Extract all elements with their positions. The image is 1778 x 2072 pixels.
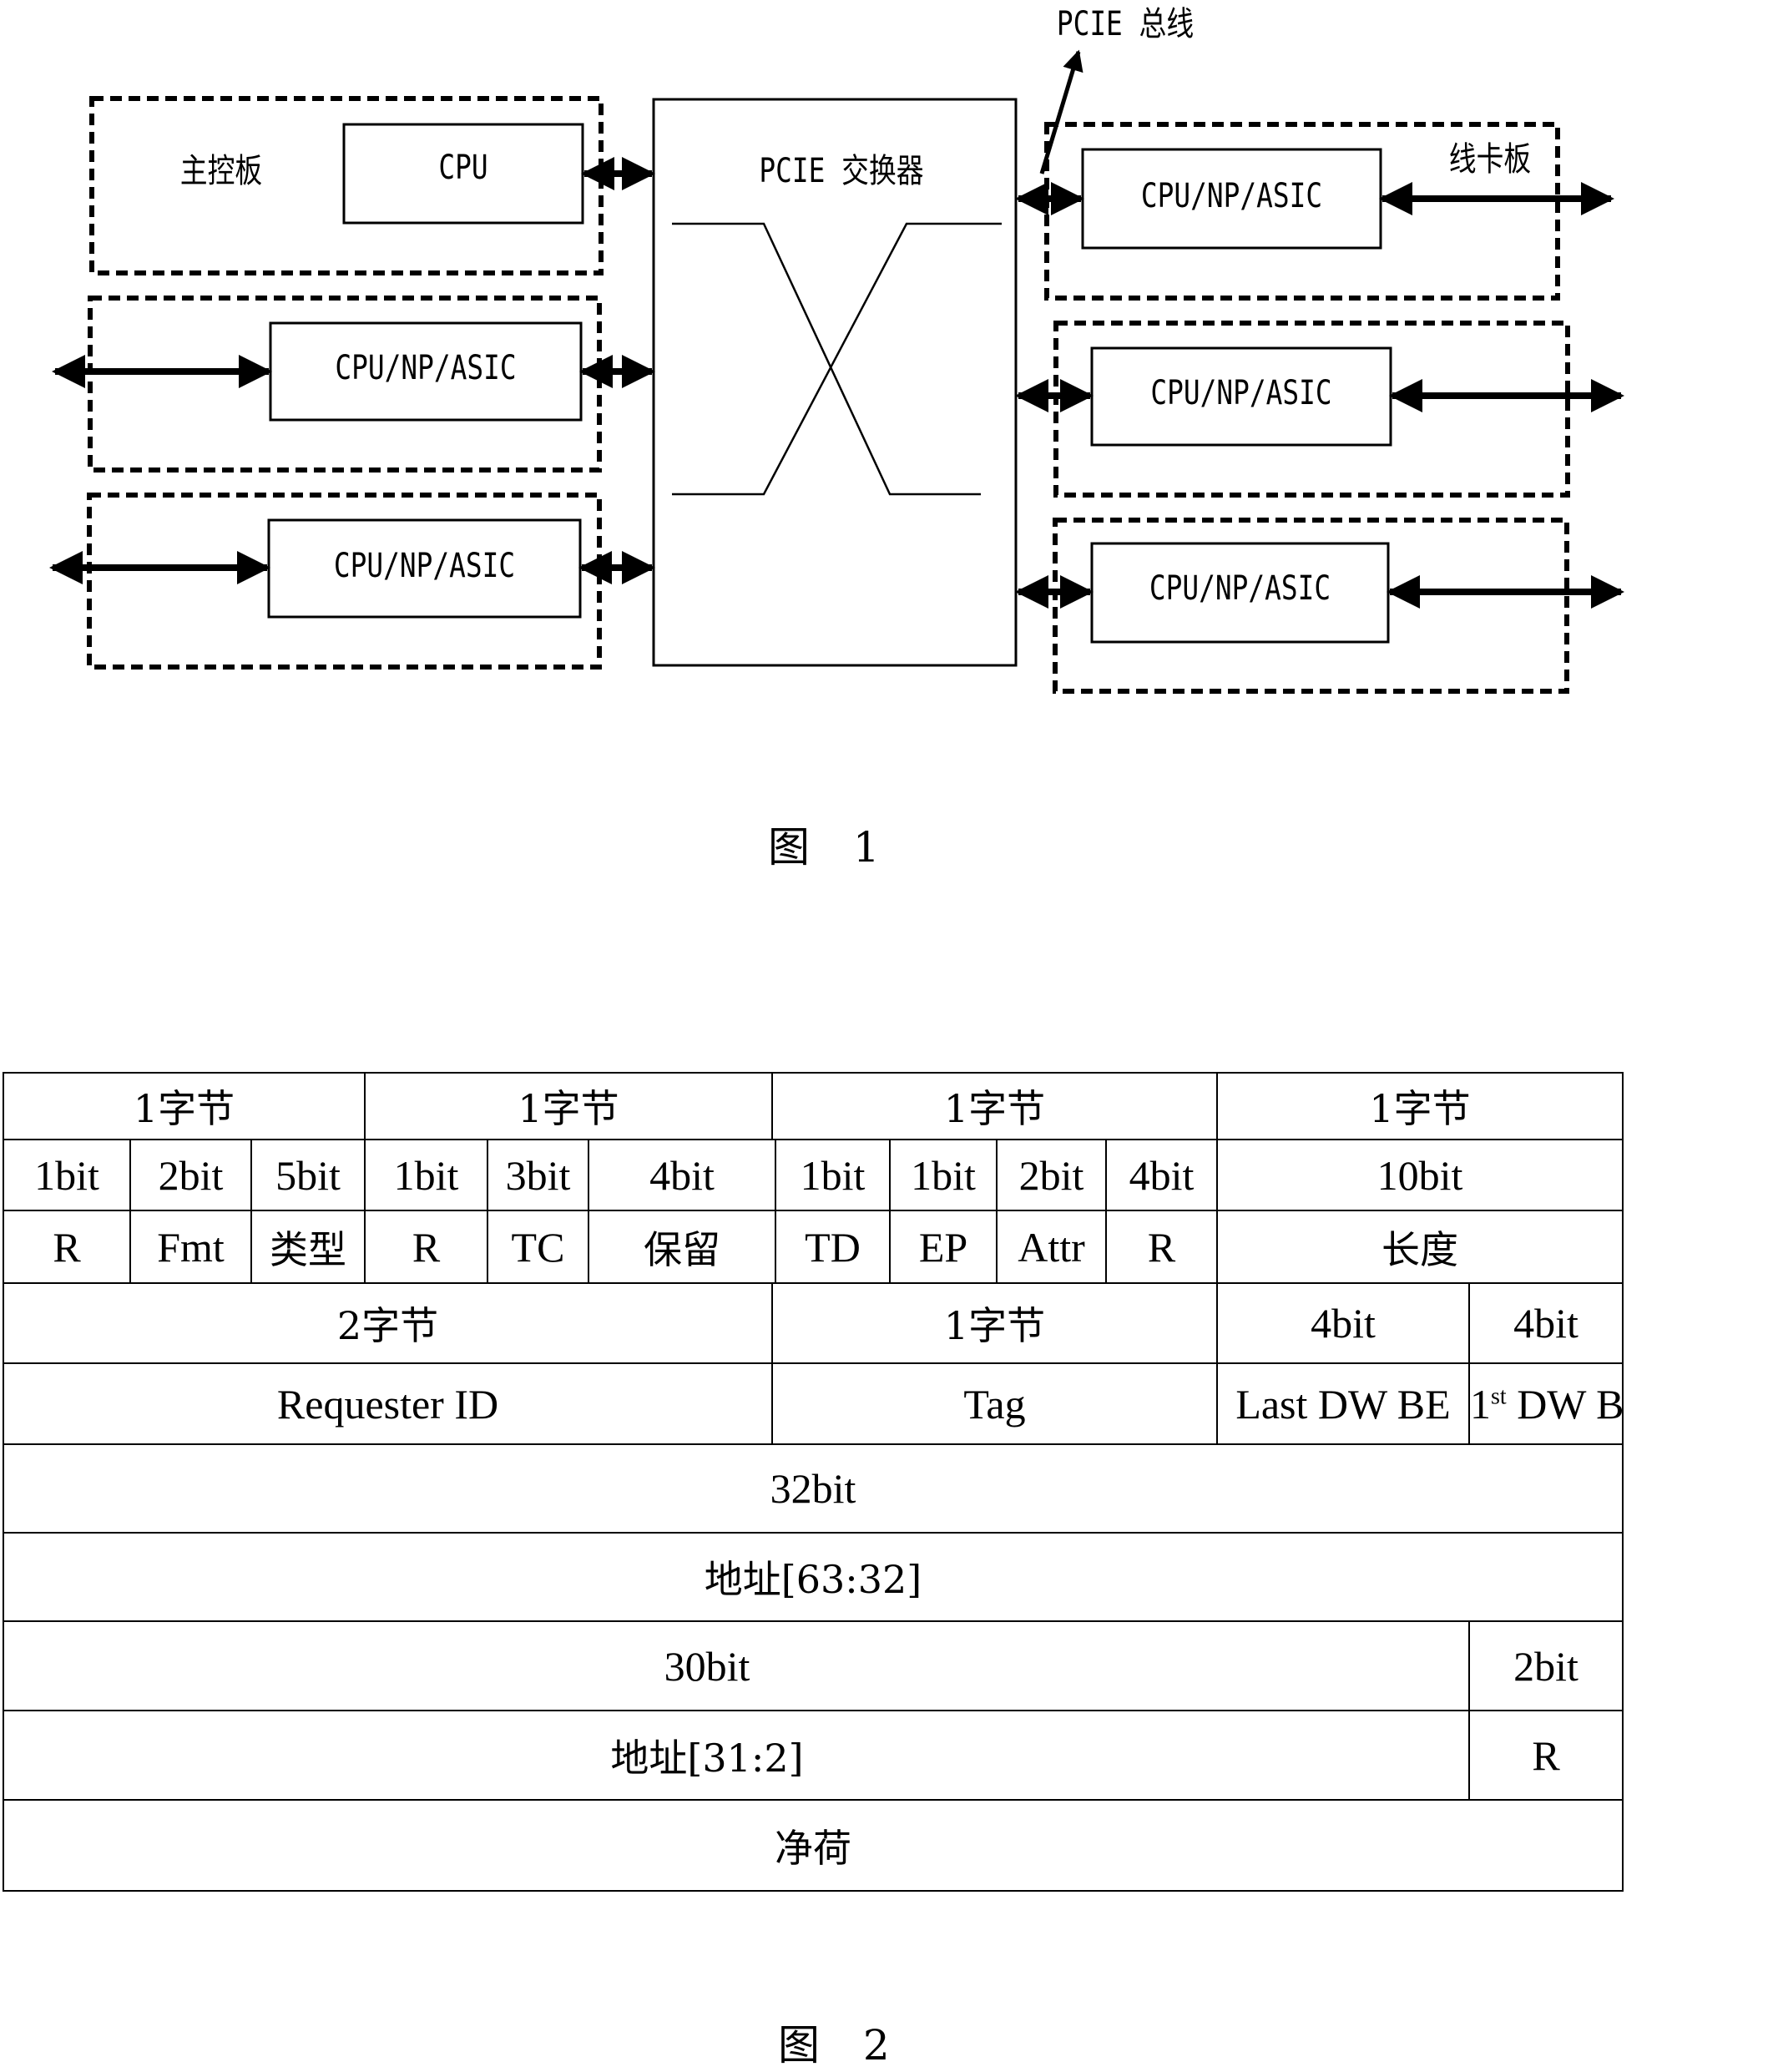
switch-cross-line-a <box>672 222 981 496</box>
tlp-header-table: 1字节 1字节 1字节 1字节 1bit 2bit 5bit 1bit 3bit… <box>3 1072 1624 1892</box>
figure-2-caption: 图 2 <box>778 2021 905 2069</box>
byte-row-2: 2字节 1字节 4bit 4bit <box>3 1282 1624 1364</box>
field-cell-r: R <box>1468 1710 1624 1801</box>
bit-cell: 4bit <box>1105 1139 1218 1211</box>
byte-cell: 2字节 <box>3 1282 773 1364</box>
requester-row: Requester ID Tag Last DW BE 1st DW BE <box>3 1362 1624 1445</box>
bit-width-row: 1bit 2bit 5bit 1bit 3bit 4bit 1bit 1bit … <box>3 1139 1624 1211</box>
bit-cell: 1bit <box>775 1139 891 1211</box>
field-cell-reserved: 保留 <box>588 1210 776 1284</box>
byte-row-1: 1字节 1字节 1字节 1字节 <box>3 1072 1624 1140</box>
field-cell-address-high: 地址[63:32] <box>3 1532 1624 1622</box>
bit-cell: 30bit <box>3 1620 1470 1711</box>
field-cell-tc: TC <box>487 1210 589 1284</box>
line-card-label: 线卡板 <box>1448 140 1532 179</box>
bit-cell: 10bit <box>1216 1139 1624 1211</box>
field-cell-length: 长度 <box>1216 1210 1624 1284</box>
left-board-2-chip-label: CPU/NP/ASIC <box>335 349 517 387</box>
field-cell-r: R <box>1105 1210 1218 1284</box>
bit-cell: 4bit <box>1468 1282 1624 1364</box>
field-cell-fmt: Fmt <box>129 1210 252 1284</box>
switch-cross-line-b <box>672 222 1002 496</box>
first-dw-num: 1 <box>1470 1380 1491 1428</box>
figure-1-diagram <box>49 49 1624 694</box>
field-cell-payload: 净荷 <box>3 1799 1624 1892</box>
field-cell-address-low: 地址[31:2] <box>3 1710 1470 1801</box>
field-cell-r: R <box>3 1210 131 1284</box>
main-board-label: 主控板 <box>179 152 263 190</box>
byte-cell: 1字节 <box>771 1282 1218 1364</box>
bit-cell: 4bit <box>588 1139 776 1211</box>
left-board-3-chip-label: CPU/NP/ASIC <box>333 547 516 585</box>
field-cell-type: 类型 <box>250 1210 366 1284</box>
field-cell-attr: Attr <box>996 1210 1107 1284</box>
byte-cell: 1字节 <box>364 1072 773 1140</box>
byte-cell: 1字节 <box>771 1072 1218 1140</box>
byte-cell: 1字节 <box>1216 1072 1624 1140</box>
bit-cell: 4bit <box>1216 1282 1470 1364</box>
byte-cell: 1字节 <box>3 1072 366 1140</box>
field-cell-requester-id: Requester ID <box>3 1362 773 1445</box>
addr-hi-row: 地址[63:32] <box>3 1532 1624 1622</box>
bit-cell: 2bit <box>129 1139 252 1211</box>
field-cell-r: R <box>364 1210 488 1284</box>
field-cell-td: TD <box>775 1210 891 1284</box>
field-cell-ep: EP <box>889 1210 998 1284</box>
bit-cell: 1bit <box>3 1139 131 1211</box>
bit-cell: 1bit <box>364 1139 488 1211</box>
bit-cell: 2bit <box>996 1139 1107 1211</box>
bit-cell: 1bit <box>889 1139 998 1211</box>
field-cell-tag: Tag <box>771 1362 1218 1445</box>
field-cell-last-dw-be: Last DW BE <box>1216 1362 1470 1445</box>
bit-cell: 5bit <box>250 1139 366 1211</box>
field-cell-first-dw-be: 1st DW BE <box>1468 1362 1624 1445</box>
first-dw-sup: st <box>1491 1382 1507 1409</box>
payload-row: 净荷 <box>3 1799 1624 1892</box>
pcie-switch-label: PCIE 交换器 <box>759 152 924 190</box>
addr-lo-row: 地址[31:2] R <box>3 1710 1624 1801</box>
pcie-bus-pointer-arrow <box>1039 49 1083 174</box>
right-board-2-chip-label: CPU/NP/ASIC <box>1150 374 1332 412</box>
addr-lo-width-row: 30bit 2bit <box>3 1620 1624 1711</box>
pcie-bus-label: PCIE 总线 <box>1056 5 1195 43</box>
bit-cell: 2bit <box>1468 1620 1624 1711</box>
field-name-row: R Fmt 类型 R TC 保留 TD EP Attr R 长度 <box>3 1210 1624 1284</box>
bit-cell: 3bit <box>487 1139 589 1211</box>
addr-hi-width-row: 32bit <box>3 1443 1624 1534</box>
right-board-3-chip-label: CPU/NP/ASIC <box>1149 569 1331 608</box>
bit-cell: 32bit <box>3 1443 1624 1534</box>
figure-1-caption: 图 1 <box>768 823 895 872</box>
right-board-1-chip-label: CPU/NP/ASIC <box>1140 177 1323 215</box>
first-dw-rest: DW BE <box>1517 1380 1623 1428</box>
main-board-cpu-label: CPU <box>438 149 488 187</box>
